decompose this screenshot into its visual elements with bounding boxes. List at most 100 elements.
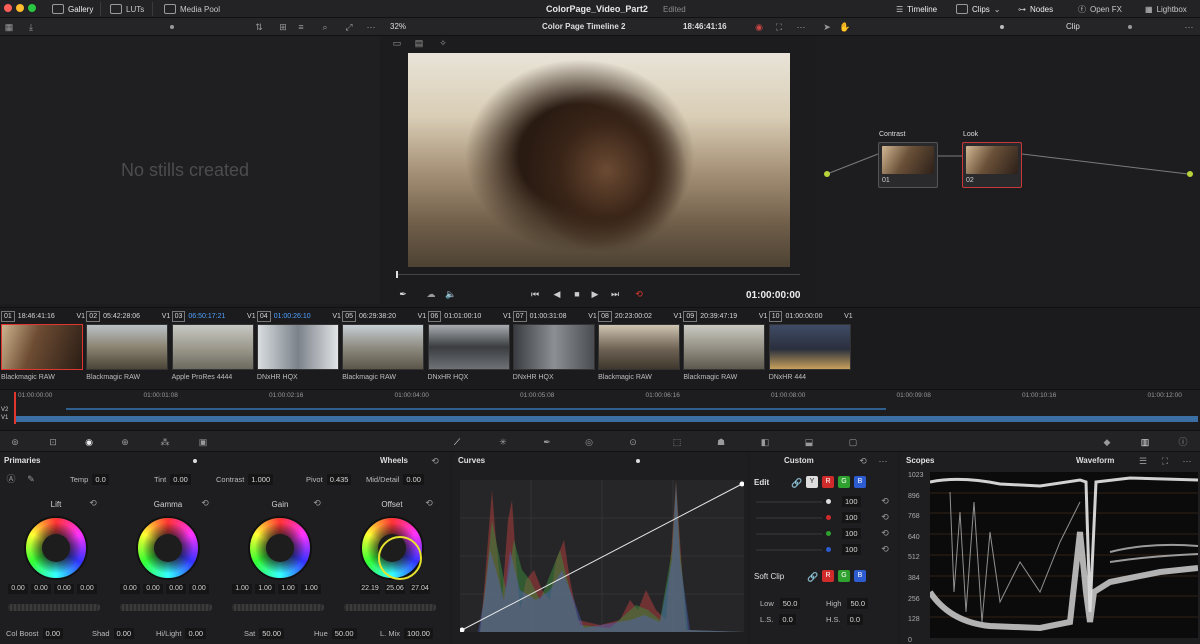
primaries-icon[interactable]: ◉ (82, 433, 96, 451)
zoom-level[interactable]: 32% (390, 22, 406, 31)
motion-effects-icon[interactable]: ▣ (196, 433, 210, 451)
search-icon[interactable]: ⌕ (318, 18, 332, 36)
wheel-reset-icon[interactable]: ⟲ (422, 494, 436, 512)
playhead[interactable] (14, 392, 16, 424)
y-channel-button[interactable]: Y (806, 476, 818, 488)
wheel-value[interactable]: 1.00 (278, 584, 298, 594)
magic-mask-icon[interactable]: ⬚ (670, 433, 684, 451)
node-contrast[interactable]: 01 (878, 142, 938, 188)
sort-icon[interactable]: ⇅ (252, 18, 266, 36)
clip-thumbnail[interactable]: 08 20:23:00:02 V1 Blackmagic RAW (598, 310, 682, 386)
more-icon[interactable]: ⋯ (364, 18, 378, 36)
b-channel-button[interactable]: B (854, 476, 866, 488)
wheel-value[interactable]: 0.00 (8, 584, 28, 594)
play-icon[interactable]: ▶ (588, 285, 602, 303)
viewer-image[interactable] (408, 53, 790, 267)
temp-field[interactable]: 0.0 (92, 474, 109, 485)
scrubber-handle[interactable] (396, 271, 398, 278)
grid-view-icon[interactable]: ⊞ (276, 18, 290, 36)
wheel-value[interactable]: 0.00 (31, 584, 51, 594)
stop-icon[interactable]: ■ (570, 285, 584, 303)
speaker-icon[interactable]: 🔈 (444, 285, 458, 303)
wheel-value[interactable]: 0.00 (120, 584, 140, 594)
skip-start-icon[interactable]: ⏮ (528, 285, 542, 303)
clip-thumbnail[interactable]: 07 01:00:31:08 V1 DNxHR HQX (512, 310, 597, 386)
scope-settings-icon[interactable]: ☰ (1136, 452, 1150, 470)
clip-thumbnail[interactable]: 02 05:42:28:06 V1 Blackmagic RAW (86, 310, 170, 386)
clip-thumbnail[interactable]: 04 01:00:26:10 V1 DNxHR HQX (256, 310, 341, 386)
node-look[interactable]: 02 (962, 142, 1022, 188)
rgb-mixer-icon[interactable]: ⁂ (158, 433, 172, 451)
lightbox-tab[interactable]: ▦ Lightbox (1145, 0, 1187, 18)
mask-icon[interactable]: ☁ (424, 285, 438, 303)
scopes-icon[interactable]: ▥ (1138, 433, 1152, 451)
channel-intensity-field[interactable]: 100 (842, 528, 861, 539)
low-soft-field[interactable]: 0.0 (779, 614, 796, 625)
clip-thumbnail[interactable]: 09 20:39:47:19 V1 Blackmagic RAW (683, 310, 767, 386)
import-icon[interactable]: ⤓ (24, 18, 38, 36)
soft-clip-b-button[interactable]: B (854, 570, 866, 582)
curve-mode-select[interactable]: Custom (784, 456, 814, 465)
wheel-reset-icon[interactable]: ⟲ (198, 494, 212, 512)
channel-intensity-field[interactable]: 100 (842, 496, 861, 507)
clip-thumbnail[interactable]: 05 06:29:38:20 V1 Blackmagic RAW (342, 310, 426, 386)
v1-clips-track[interactable] (14, 416, 1198, 422)
wheel-value[interactable]: 25.06 (385, 584, 405, 594)
soft-clip-r-button[interactable]: R (822, 570, 834, 582)
wheel-value[interactable]: 0.00 (166, 584, 186, 594)
scope-expand-icon[interactable]: ⛶ (1158, 452, 1172, 470)
media-pool-tab[interactable]: Media Pool (164, 0, 220, 18)
expand-icon[interactable]: ⤢ (342, 18, 356, 36)
channel-intensity-field[interactable]: 100 (842, 512, 861, 523)
wheel-value[interactable]: 0.00 (143, 584, 163, 594)
low-field[interactable]: 50.0 (779, 598, 801, 609)
soft-clip-link-icon[interactable]: 🔗 (806, 568, 820, 586)
wheel-reset-icon[interactable]: ⟲ (310, 494, 324, 512)
pivot-field[interactable]: 0.435 (326, 474, 352, 485)
close-window-button[interactable] (4, 4, 12, 12)
hand-icon[interactable]: ✋ (838, 18, 852, 36)
wheel-value[interactable]: 0.00 (189, 584, 209, 594)
clips-tab[interactable]: Clips ⌄ (956, 0, 1000, 18)
node-mode-select[interactable]: Clip (1066, 22, 1080, 31)
color-wheel-lift[interactable] (24, 516, 88, 580)
wheel-value[interactable]: 0.00 (54, 584, 74, 594)
clip-thumbnail[interactable]: 01 18:46:41:16 V1 Blackmagic RAW (1, 310, 85, 386)
gallery-tab[interactable]: Gallery (52, 0, 93, 18)
hilight-field[interactable]: 0.00 (185, 628, 207, 639)
split-icon[interactable]: ▤ (412, 34, 426, 52)
viewer-mode-icon[interactable]: ▭ (390, 34, 404, 52)
lum-mix-field[interactable]: 100.00 (404, 628, 433, 639)
soft-clip-g-button[interactable]: G (838, 570, 850, 582)
curve-graph[interactable] (460, 480, 744, 632)
fullscreen-icon[interactable]: ⛶ (772, 18, 786, 36)
wheels-mode-select[interactable]: Wheels (380, 456, 408, 465)
nodes-tab[interactable]: ⊶ Nodes (1018, 0, 1053, 18)
tint-field[interactable]: 0.00 (170, 474, 191, 485)
color-wheel-gain[interactable] (248, 516, 312, 580)
nodes-more-icon[interactable]: ⋯ (1182, 18, 1196, 36)
contrast-field[interactable]: 1.000 (248, 474, 274, 485)
high-soft-field[interactable]: 0.0 (846, 614, 864, 625)
color-match-icon[interactable]: ⊡ (46, 433, 60, 451)
channel-intensity-field[interactable]: 100 (842, 544, 861, 555)
scope-type-select[interactable]: Waveform (1076, 456, 1114, 465)
loop-icon[interactable]: ⟲ (632, 285, 646, 303)
reset-curves-icon[interactable]: ⟲ (856, 452, 870, 470)
color-sync-icon[interactable]: ◉ (752, 18, 766, 36)
key-icon[interactable]: ◧ (758, 433, 772, 451)
list-view-icon[interactable]: ≡ (294, 18, 308, 36)
wheel-value[interactable]: 1.00 (232, 584, 252, 594)
keyframes-icon[interactable]: ◆ (1100, 433, 1114, 451)
master-wheel-slider[interactable] (120, 604, 212, 611)
sizing-icon[interactable]: ⬓ (802, 433, 816, 451)
camera-raw-icon[interactable]: ⊚ (8, 433, 22, 451)
luts-tab[interactable]: LUTs (110, 0, 144, 18)
scrubber[interactable] (396, 274, 800, 275)
zoom-window-button[interactable] (28, 4, 36, 12)
master-wheel-slider[interactable] (344, 604, 436, 611)
wheel-value[interactable]: 22.19 (360, 584, 380, 594)
clip-thumbnail[interactable]: 03 06:50:17:21 V1 Apple ProRes 4444 (171, 310, 256, 386)
wheel-reset-icon[interactable]: ⟲ (86, 494, 100, 512)
timeline-name[interactable]: Color Page Timeline 2 (542, 22, 625, 31)
